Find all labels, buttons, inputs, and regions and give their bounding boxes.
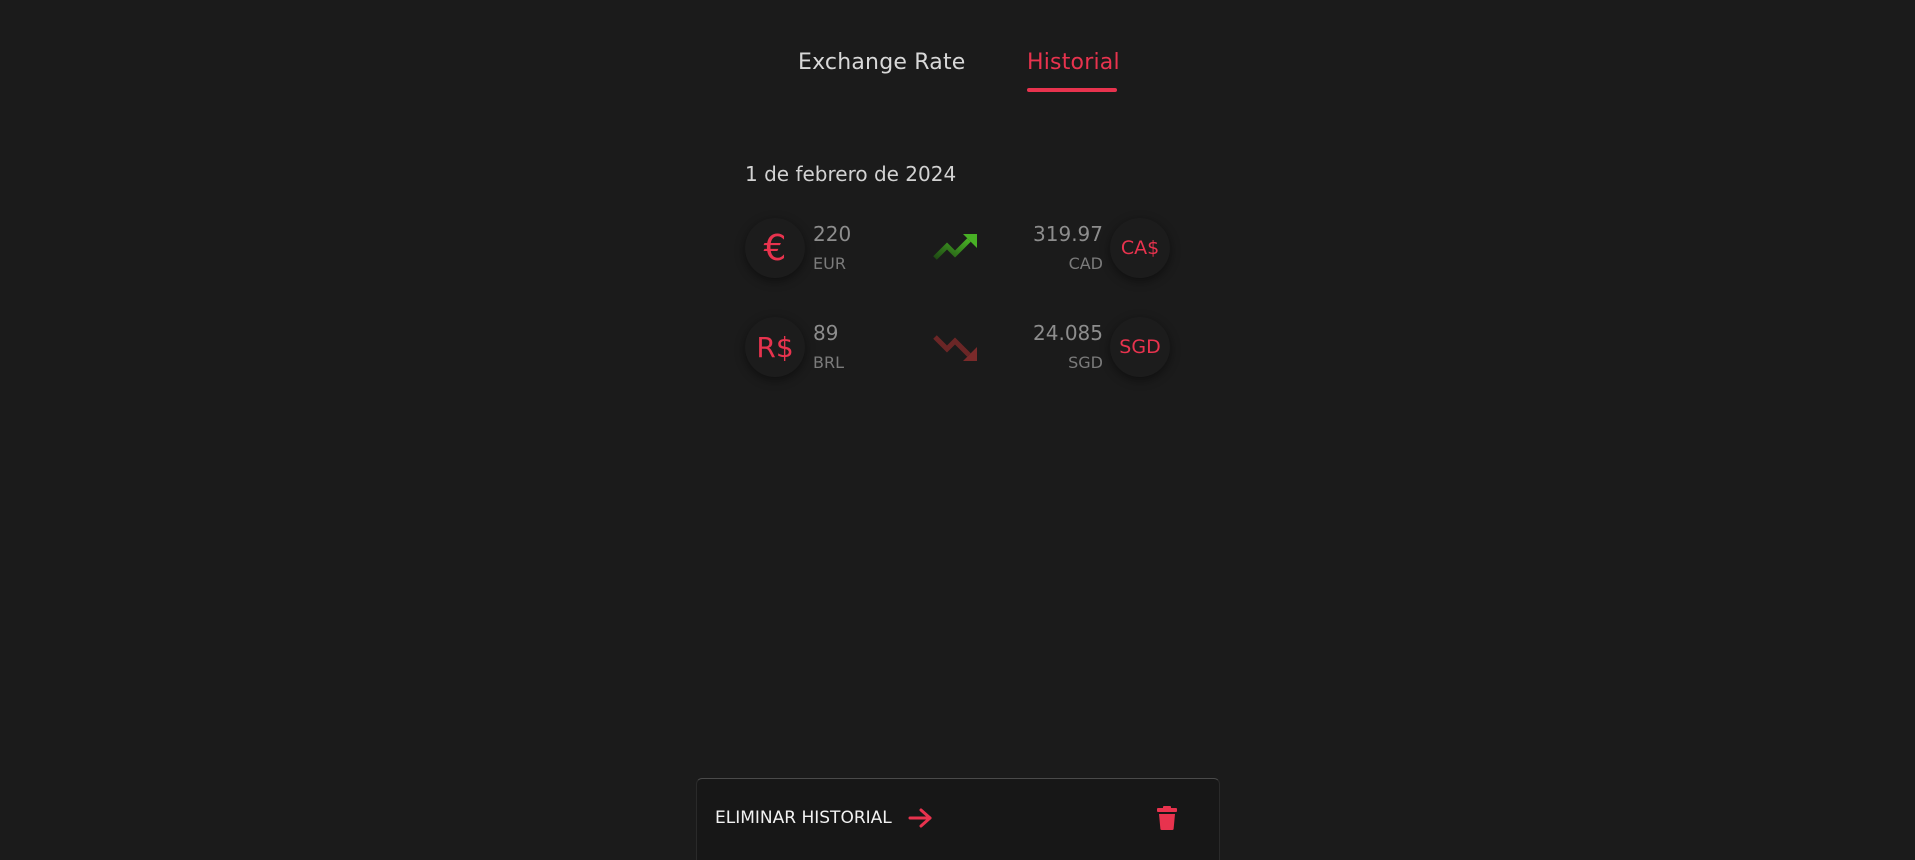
- trend-down-icon: [933, 335, 977, 361]
- euro-currency-icon: €: [745, 218, 805, 278]
- history-footer: ELIMINAR HISTORIAL: [696, 778, 1220, 860]
- tab-historial[interactable]: Historial: [1027, 50, 1120, 75]
- cad-currency-icon: CA$: [1110, 218, 1170, 278]
- clear-history-label: ELIMINAR HISTORIAL: [715, 808, 892, 828]
- history-entry: R$ 89 BRL 24.085 SGD SGD: [745, 305, 1185, 389]
- trend-up-icon: [933, 234, 977, 260]
- currency-symbol: CA$: [1120, 237, 1160, 259]
- trash-icon: [1157, 806, 1177, 830]
- sgd-currency-icon: SGD: [1110, 317, 1170, 377]
- to-amount: 319.97: [1033, 222, 1103, 246]
- currency-symbol: SGD: [1119, 336, 1161, 358]
- app-page: Exchange Rate Historial 1 de febrero de …: [0, 0, 1915, 860]
- to-amount: 24.085: [1033, 321, 1103, 345]
- tab-bar: Exchange Rate Historial: [0, 50, 1915, 94]
- currency-symbol: €: [763, 227, 787, 269]
- to-currency-code: SGD: [1068, 353, 1103, 372]
- history-entry: € 220 EUR 319.97 CAD CA$: [745, 206, 1185, 290]
- clear-history-button[interactable]: ELIMINAR HISTORIAL: [715, 807, 934, 829]
- from-currency-code: EUR: [813, 254, 846, 273]
- from-amount: 220: [813, 222, 852, 246]
- active-tab-indicator: [1027, 88, 1117, 92]
- from-currency-code: BRL: [813, 353, 845, 372]
- currency-symbol: R$: [756, 330, 794, 364]
- delete-history-button[interactable]: [1142, 793, 1192, 843]
- tab-exchange-rate[interactable]: Exchange Rate: [798, 50, 966, 75]
- arrow-right-icon: [908, 808, 932, 828]
- history-date-heading: 1 de febrero de 2024: [745, 162, 957, 186]
- from-amount: 89: [813, 321, 839, 345]
- brl-currency-icon: R$: [745, 317, 805, 377]
- to-currency-code: CAD: [1068, 254, 1103, 273]
